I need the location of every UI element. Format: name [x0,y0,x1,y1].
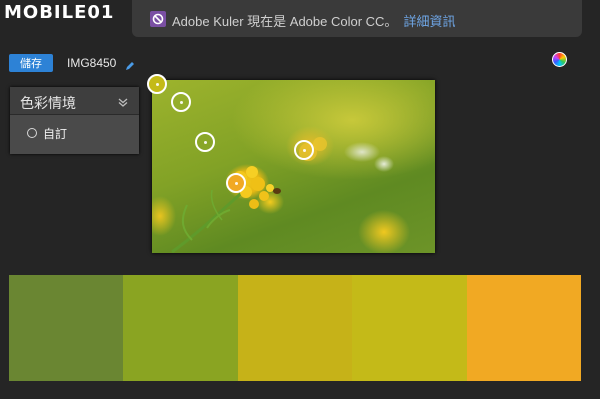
color-picker-handle[interactable] [195,132,215,152]
color-swatch[interactable] [237,275,353,381]
color-swatch[interactable] [123,275,238,381]
edit-icon[interactable] [125,58,135,76]
color-swatch[interactable] [352,275,467,381]
color-mood-dropdown[interactable]: 色彩情境 [10,87,139,115]
color-swatch[interactable] [466,275,582,381]
color-picker-handle[interactable] [171,92,191,112]
color-swatch[interactable] [9,275,124,381]
source-photo [152,80,435,253]
color-picker-handle[interactable] [294,140,314,160]
watermark-text: MOBILE01 [4,2,115,23]
notice-bar: Adobe Kuler 現在是 Adobe Color CC。 詳細資訊 [132,0,582,37]
mood-option-label: 自訂 [43,127,68,141]
notice-message: Adobe Kuler 現在是 Adobe Color CC。 [172,14,398,29]
save-button[interactable]: 儲存 [9,54,53,72]
more-info-link[interactable]: 詳細資訊 [403,14,455,29]
color-mood-panel: 色彩情境 自訂 [10,87,139,154]
notice-text: Adobe Kuler 現在是 Adobe Color CC。 詳細資訊 [172,11,455,30]
color-wheel-icon[interactable] [552,52,567,67]
watermark-logo: MOBILE01 [4,2,114,23]
color-palette [9,275,582,381]
mood-option-custom[interactable]: 自訂 [10,115,139,153]
radio-button[interactable] [27,128,37,138]
color-picker-handle[interactable] [147,74,167,94]
file-name: IMG8450 [67,56,117,70]
chevron-down-icon [117,95,129,113]
color-mood-title: 色彩情境 [20,95,76,111]
color-picker-handle[interactable] [226,173,246,193]
flower-illustration [171,137,327,253]
adobe-color-icon [150,11,166,27]
